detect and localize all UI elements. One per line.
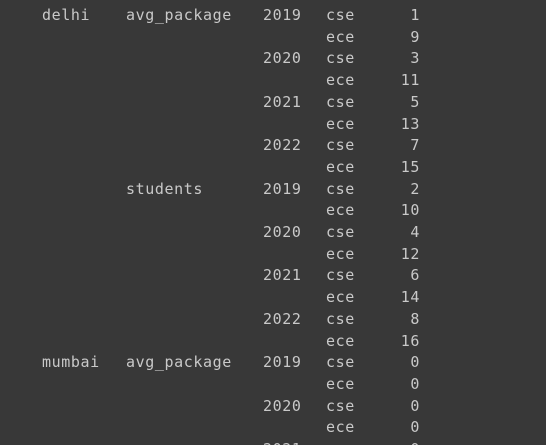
dept-label: cse	[326, 179, 355, 198]
output-row: ece 15	[0, 157, 546, 179]
value-cell: 3	[410, 49, 420, 68]
value-cell: 0	[410, 353, 420, 372]
value-cell: 11	[400, 71, 420, 90]
cell-output: delhi avg_package 2019 cse 1 ece 9 2020 cse 3 ece 1…	[0, 0, 546, 445]
year-label: 2020	[263, 223, 302, 241]
output-row: delhi avg_package 2019 cse 1	[0, 5, 546, 27]
value-cell: 1	[410, 6, 420, 24]
year-label: 2019	[263, 6, 302, 24]
value-cell: 5	[410, 92, 420, 111]
year-label: 2019	[263, 179, 302, 198]
dept-label: ece	[326, 201, 355, 220]
metric-label: students	[126, 179, 204, 198]
year-label: 2019	[263, 353, 302, 372]
output-row: 2020 cse 4	[0, 222, 546, 244]
value-cell: 7	[410, 136, 420, 155]
output-row: ece 16	[0, 331, 546, 353]
dept-label: ece	[326, 418, 355, 437]
metric-label: avg_package	[126, 6, 232, 24]
city-label: delhi	[42, 6, 91, 24]
value-cell: 10	[400, 201, 420, 220]
output-row: 2020 cse 3	[0, 48, 546, 70]
value-cell: 6	[410, 266, 420, 285]
dept-label: cse	[326, 396, 355, 415]
year-label: 2022	[263, 136, 302, 155]
dept-label: ece	[326, 157, 355, 176]
dept-label: ece	[326, 27, 355, 46]
value-cell: 8	[410, 309, 420, 328]
year-label: 2020	[263, 396, 302, 415]
year-label: 2021	[263, 92, 302, 111]
dept-label: cse	[326, 136, 355, 155]
dept-label: cse	[326, 309, 355, 328]
output-row: ece 9	[0, 27, 546, 49]
value-cell: 15	[400, 157, 420, 176]
output-row: 2021 cse 5	[0, 92, 546, 114]
output-row: mumbai avg_package 2019 cse 0	[0, 352, 546, 374]
dept-label: cse	[326, 223, 355, 241]
value-cell: 0	[410, 418, 420, 437]
output-row: 2020 cse 0	[0, 396, 546, 418]
output-row: 2022 cse 7	[0, 135, 546, 157]
year-label: 2020	[263, 49, 302, 68]
value-cell: 0	[380, 439, 420, 445]
output-row: 2021 0	[0, 439, 546, 445]
dept-label: cse	[326, 92, 355, 111]
output-row: 2022 cse 8	[0, 309, 546, 331]
output-row: ece 11	[0, 70, 546, 92]
dept-label: ece	[326, 374, 355, 393]
dept-label: cse	[326, 49, 355, 68]
value-cell: 0	[410, 396, 420, 415]
dept-label: ece	[326, 288, 355, 307]
dept-label: ece	[326, 71, 355, 90]
value-cell: 0	[410, 374, 420, 393]
value-cell: 9	[410, 27, 420, 46]
dept-label: ece	[326, 114, 355, 133]
output-row: ece 12	[0, 244, 546, 266]
dept-label: ece	[326, 331, 355, 350]
output-row: students 2019 cse 2	[0, 179, 546, 201]
output-row: ece 0	[0, 374, 546, 396]
value-cell: 2	[410, 179, 420, 198]
output-row: ece 0	[0, 417, 546, 439]
output-row: ece 10	[0, 200, 546, 222]
dept-label: cse	[326, 266, 355, 285]
output-row: ece 14	[0, 287, 546, 309]
output-row: ece 13	[0, 114, 546, 136]
value-cell: 16	[400, 331, 420, 350]
dept-label: cse	[326, 6, 355, 24]
value-cell: 14	[400, 288, 420, 307]
value-cell: 12	[400, 244, 420, 263]
dept-label: cse	[326, 353, 355, 372]
dept-label: ece	[326, 244, 355, 263]
year-label: 2021	[263, 266, 302, 285]
city-label: mumbai	[42, 353, 100, 372]
value-cell: 4	[410, 223, 420, 241]
value-cell: 13	[400, 114, 420, 133]
year-label: 2021	[263, 439, 302, 445]
year-label: 2022	[263, 309, 302, 328]
output-row: 2021 cse 6	[0, 265, 546, 287]
metric-label: avg_package	[126, 353, 232, 372]
